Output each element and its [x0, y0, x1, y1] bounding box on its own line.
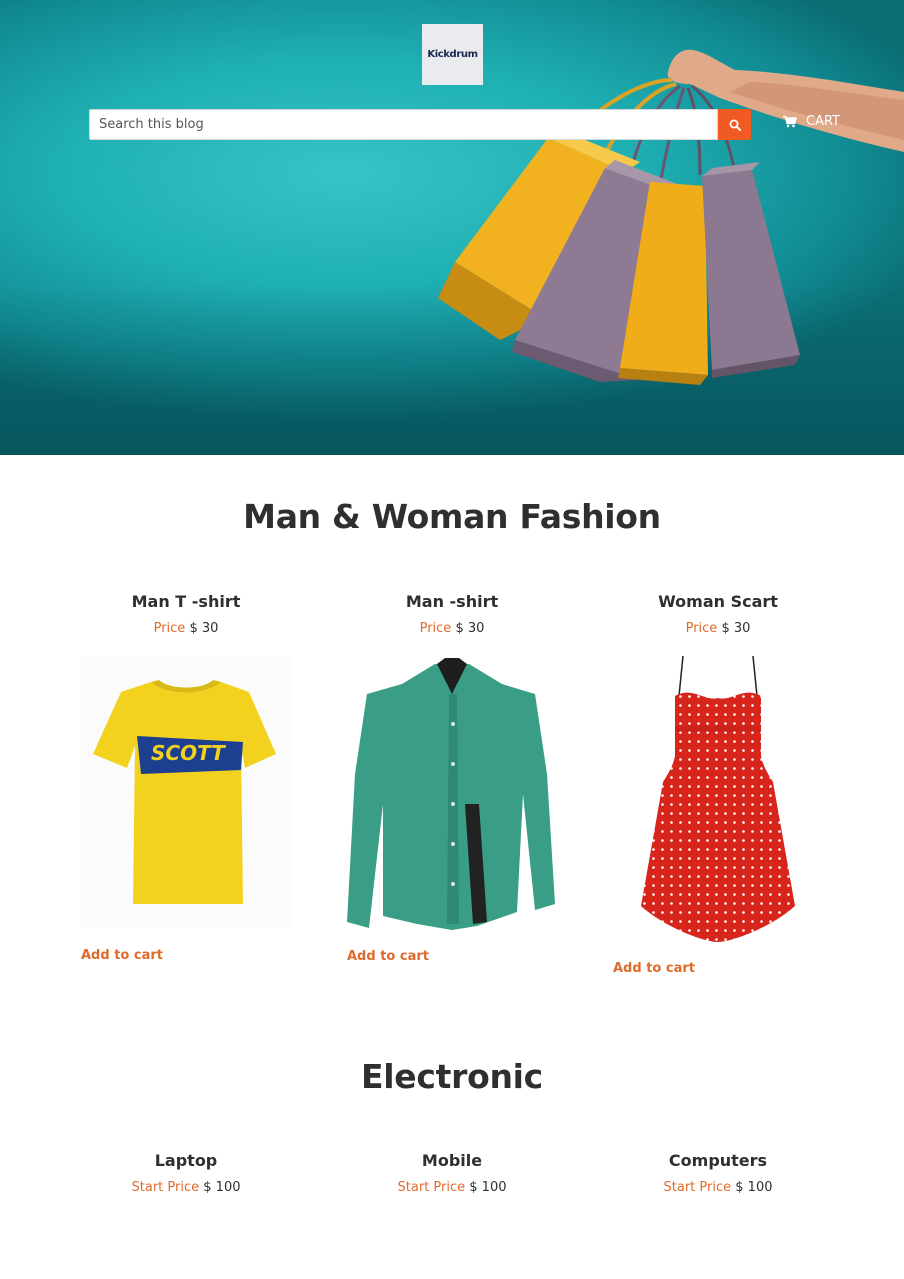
product-price: Price $ 30	[81, 621, 291, 636]
electronic-section-title: Electronic	[361, 1057, 543, 1096]
product-price: Start Price $ 100	[347, 1180, 557, 1195]
add-to-cart-button[interactable]: Add to cart	[613, 961, 695, 976]
yellow-tshirt-image[interactable]: SCOTT	[81, 656, 291, 928]
product-price: Start Price $ 100	[613, 1180, 823, 1195]
price-value: $ 30	[189, 621, 219, 636]
price-label: Price	[685, 621, 718, 636]
search-input[interactable]	[89, 109, 718, 140]
add-to-cart-button[interactable]: Add to cart	[81, 948, 163, 963]
product-name: Man -shirt	[405, 592, 499, 611]
green-shirt-image[interactable]	[347, 654, 557, 932]
product-name: Mobile	[421, 1151, 483, 1170]
search-button[interactable]	[718, 109, 751, 140]
site-logo[interactable]: Kickdrum	[422, 24, 483, 85]
price-value: $ 100	[469, 1180, 507, 1195]
cart-label: CART	[806, 114, 840, 129]
add-to-cart-button[interactable]: Add to cart	[347, 949, 429, 964]
product-price: Start Price $ 100	[81, 1180, 291, 1195]
cart-link[interactable]: CART	[783, 114, 840, 129]
price-label: Price	[419, 621, 452, 636]
product-price: Price $ 30	[613, 621, 823, 636]
price-label: Price	[153, 621, 186, 636]
product-name: Laptop	[154, 1151, 218, 1170]
hero-banner: Kickdrum CART	[0, 0, 904, 455]
price-label: Start Price	[131, 1180, 200, 1195]
cart-icon	[783, 115, 797, 128]
price-value: $ 100	[203, 1180, 241, 1195]
search-icon	[729, 119, 741, 131]
price-value: $ 100	[735, 1180, 773, 1195]
price-value: $ 30	[721, 621, 751, 636]
fashion-section-title: Man & Woman Fashion	[243, 497, 661, 536]
product-price: Price $ 30	[347, 621, 557, 636]
product-name: Man T -shirt	[131, 592, 241, 611]
price-label: Start Price	[663, 1180, 732, 1195]
logo-text: Kickdrum	[427, 49, 478, 60]
svg-text:SCOTT: SCOTT	[151, 741, 226, 765]
product-name: Computers	[668, 1151, 768, 1170]
price-label: Start Price	[397, 1180, 466, 1195]
price-value: $ 30	[455, 621, 485, 636]
red-dress-image[interactable]	[613, 656, 823, 946]
product-name: Woman Scart	[658, 592, 778, 611]
search-bar	[89, 109, 751, 140]
